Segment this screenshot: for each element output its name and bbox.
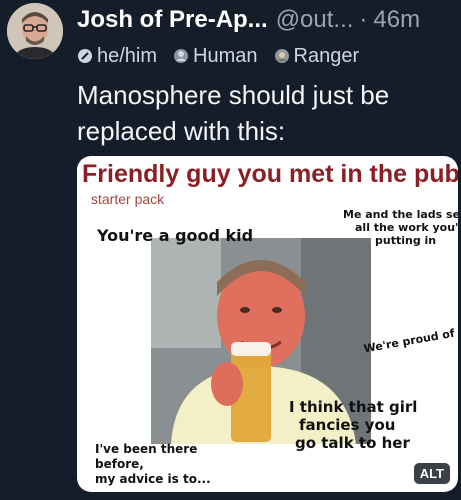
caption-been-there: I've been there before, my advice is to.… [95,442,211,487]
author-display-name[interactable]: Josh of Pre-Ap... [77,6,268,34]
caption-lads: Me and the lads see all the work you're … [343,208,458,247]
caption-good-kid: You're a good kid [97,226,254,245]
caption-line: putting in [375,234,437,247]
human-badge-icon [174,49,189,63]
author-handle[interactable]: @out... [276,6,354,34]
caption-proud: We're proud of ya [362,324,458,356]
post-text-line: Manosphere should just be [77,80,390,110]
caption-line: all the work you're [355,221,458,234]
author-avatar[interactable] [7,3,63,59]
caption-line: my advice is to... [95,472,211,486]
caption-line: Me and the lads see [343,208,458,221]
post-text-line: replaced with this: [77,116,286,146]
meme-subtitle: starter pack [91,191,165,207]
caption-line: I've been there [95,442,198,456]
post-image-attachment[interactable]: Friendly guy you met in the pub starter … [77,156,458,492]
post-body: Manosphere should just be replaced with … [77,77,447,149]
caption-line: go talk to her [295,434,410,452]
tag-ranger: Ranger [274,44,360,68]
tag-label: Ranger [293,44,360,67]
post-header: Josh of Pre-Ap... @out... · 46m [77,3,461,37]
tag-label: Human [193,44,258,67]
meme-title: Friendly guy you met in the pub [82,160,458,188]
caption-line: I think that girl [289,398,418,416]
ranger-badge-icon [274,49,289,63]
avatar-image [7,3,63,59]
info-circle-icon [78,49,92,63]
tag-human: Human [173,44,258,68]
post-timestamp[interactable]: 46m [373,6,420,34]
caption-line: fancies you [299,416,396,434]
tag-pronouns: he/him [77,45,157,68]
author-tags: he/him Human Ranger [77,43,375,69]
caption-girl: I think that girl fancies you go talk to… [289,398,417,452]
header-separator: · [359,6,368,33]
alt-text-button[interactable]: ALT [413,463,450,484]
tag-label: he/him [97,44,158,67]
caption-line: before, [95,457,144,471]
